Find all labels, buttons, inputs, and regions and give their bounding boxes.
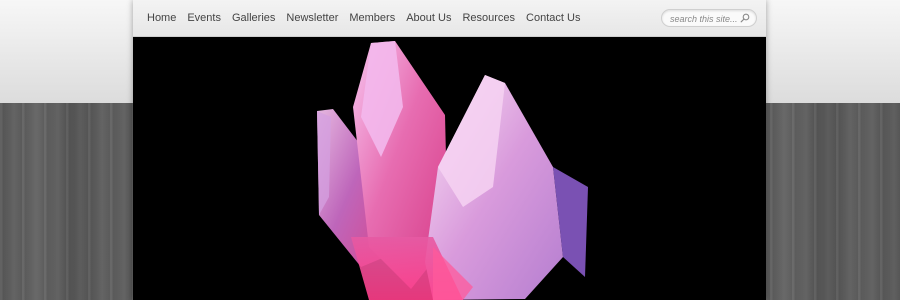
nav-item-galleries[interactable]: Galleries: [232, 0, 275, 36]
search-icon[interactable]: [740, 13, 750, 23]
search-box: [661, 9, 757, 27]
nav-item-about-us[interactable]: About Us: [406, 0, 451, 36]
hero-image: [133, 37, 766, 300]
main-menu: Home Events Galleries Newsletter Members…: [147, 0, 591, 36]
nav-item-events[interactable]: Events: [187, 0, 221, 36]
nav-item-members[interactable]: Members: [349, 0, 395, 36]
nav-item-contact-us[interactable]: Contact Us: [526, 0, 580, 36]
nav-item-newsletter[interactable]: Newsletter: [286, 0, 338, 36]
top-navigation-bar: Home Events Galleries Newsletter Members…: [133, 0, 766, 37]
site-container: Home Events Galleries Newsletter Members…: [133, 0, 766, 300]
search-input[interactable]: [670, 12, 740, 25]
nav-item-resources[interactable]: Resources: [462, 0, 515, 36]
crystal-cluster-image: [317, 41, 588, 300]
nav-item-home[interactable]: Home: [147, 0, 176, 36]
